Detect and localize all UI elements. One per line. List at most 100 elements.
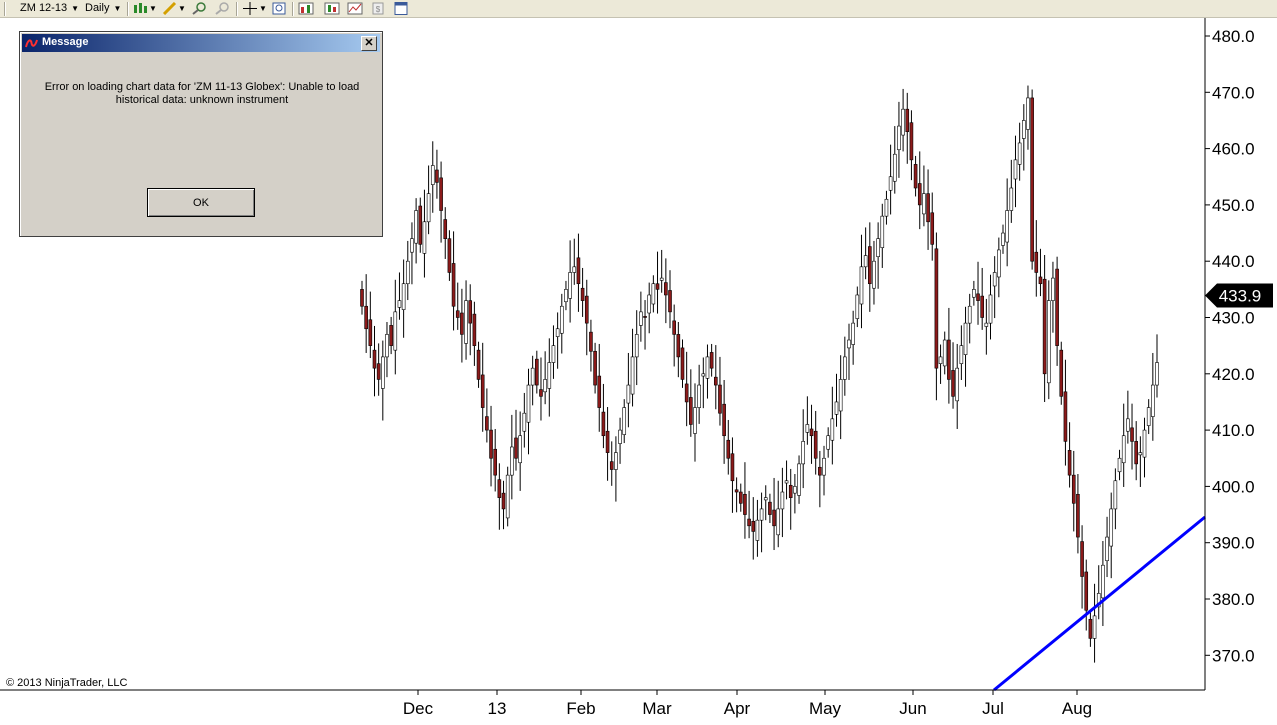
candle-body [476,349,481,380]
candle-body [1059,349,1064,397]
candle-body [1063,391,1068,442]
candle-body [651,283,656,305]
candle-body [838,379,843,412]
candle-body [913,164,918,189]
indicators-icon[interactable] [298,2,314,15]
candle-body [1038,276,1043,285]
candle-body [485,416,489,431]
toolbar-separator [127,2,129,16]
close-button[interactable]: ✕ [361,36,377,51]
y-tick-label: 410.0 [1212,421,1255,440]
candle-body [430,165,435,185]
candle-body [922,193,926,215]
candle-body [730,453,735,482]
candle-body [1071,474,1076,504]
candle-body [385,334,389,358]
dialog-title-bar[interactable]: Message ✕ [22,34,380,52]
interval-selector[interactable]: Daily ▼ [85,1,121,16]
candle-body [1051,277,1055,301]
candle-body [1138,452,1143,456]
zoom-in-icon[interactable] [191,2,207,15]
candle-body [634,334,639,358]
candle-body [801,441,806,465]
chart-trader-icon[interactable] [347,2,363,15]
trendline[interactable] [993,515,1206,692]
candle-body [709,352,714,369]
candle-body [464,300,468,344]
candle-body [776,508,781,536]
currency-icon[interactable]: $ [370,2,386,15]
candle-body [1113,480,1118,510]
candle-body [1088,618,1093,639]
candle-body [576,257,581,285]
candle-body [618,429,622,444]
ok-button[interactable]: OK [147,188,255,217]
candle-body [497,479,502,498]
candle-body [1080,541,1084,577]
candle-body [763,497,768,501]
message-line: Error on loading chart data for 'ZM 11-1… [44,81,360,93]
candle-body [630,356,635,395]
drawing-tools-icon[interactable] [162,2,178,15]
candle-body [1026,97,1030,130]
candle-body [934,248,939,369]
y-tick-label: 370.0 [1212,646,1255,665]
candle-body [376,363,381,380]
y-tick-label: 390.0 [1212,534,1255,553]
zoom-out-icon[interactable] [214,2,230,15]
candle-body [1022,120,1026,139]
candle-body [1005,210,1009,243]
chart-toolbar: ZM 12-13 ▼ Daily ▼ ▼ ▼ ▼ $ [0,0,1277,18]
crosshair-icon[interactable] [242,2,258,15]
candle-body [988,294,993,324]
candle-body [472,313,477,346]
candle-body [639,311,643,326]
candle-body [530,367,535,386]
candle-body [368,319,373,346]
message-line: historical data: unknown instrument [115,94,289,106]
candle-body [955,367,960,402]
candle-body [505,474,510,519]
candle-body [1042,278,1047,375]
candle-body [772,509,776,527]
candle-body [405,260,410,285]
candle-body [514,437,518,459]
candle-body [572,266,577,273]
find-icon[interactable] [271,2,287,15]
y-tick-label: 430.0 [1212,309,1255,328]
chevron-down-icon[interactable]: ▼ [149,1,157,16]
candle-body [830,418,835,441]
candle-body [726,439,731,459]
chevron-down-icon[interactable]: ▼ [178,1,186,16]
candle-body [972,289,976,298]
candle-body [1076,493,1080,538]
candle-body [834,401,839,415]
strategies-icon[interactable] [324,2,340,15]
candle-body [1067,450,1072,476]
candle-body [947,339,951,380]
candle-body [410,238,414,253]
candle-body [1101,564,1105,599]
candle-body [1130,427,1134,442]
chevron-down-icon[interactable]: ▼ [259,1,267,16]
candle-body [655,283,660,290]
candle-body [693,407,697,434]
x-tick-label: 13 [488,699,507,718]
candle-body [780,491,785,510]
y-axis-ticks: 480.0 470.0 460.0 450.0 440.0 430.0 420.0 410.0… [1205,27,1255,665]
candle-body [713,376,718,386]
instrument-selector[interactable]: ZM 12-13 ▼ [20,1,79,16]
candle-body [930,212,935,245]
candle-body [1013,159,1018,180]
candle-body [984,322,989,327]
properties-icon[interactable] [393,2,409,15]
candle-body [447,238,452,273]
candle-body [605,430,610,453]
candle-body [468,300,473,324]
candle-body [522,412,527,432]
chevron-down-icon: ▼ [71,4,79,13]
bar-chart-style-icon[interactable] [132,2,148,15]
candle-body [1084,571,1089,611]
toolbar-grip[interactable] [4,2,6,16]
candle-body [793,486,797,494]
